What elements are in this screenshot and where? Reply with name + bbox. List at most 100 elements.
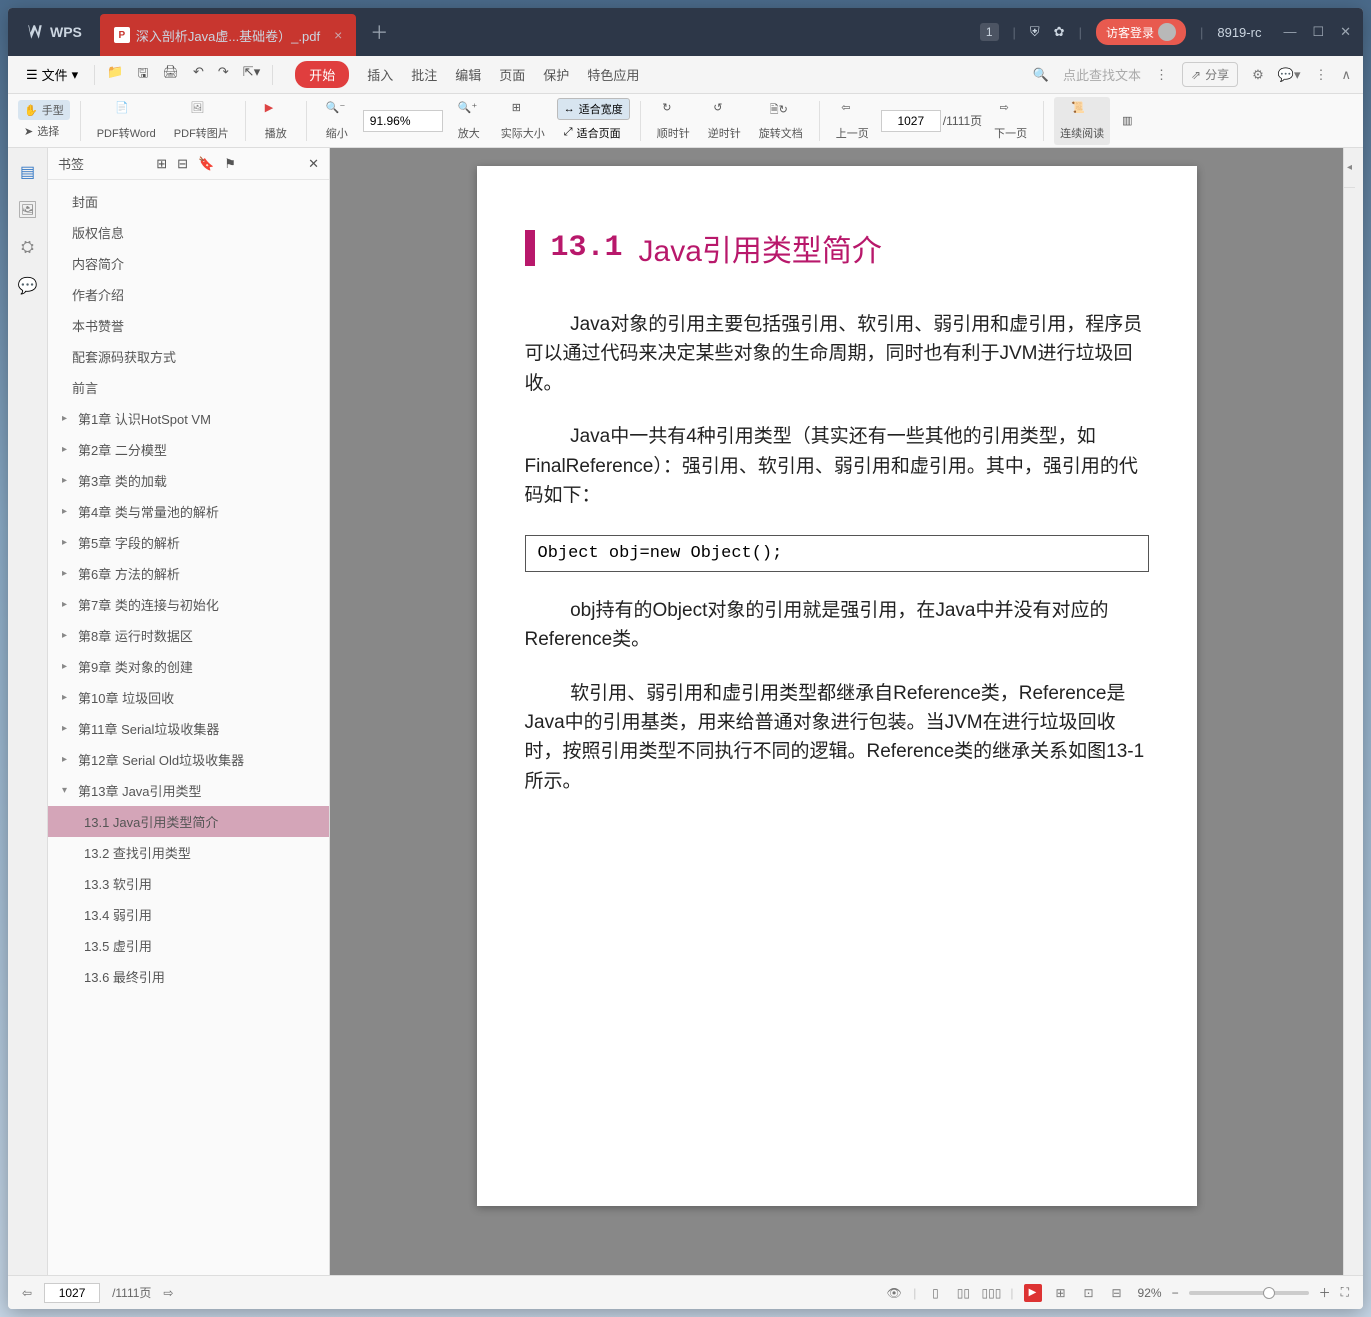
bookmark-item[interactable]: 配套源码获取方式 (48, 341, 329, 372)
view-continuous-icon[interactable]: ▯▯ (954, 1284, 972, 1302)
sb-next-icon[interactable]: ⇨ (163, 1286, 173, 1300)
page-number-input[interactable] (881, 110, 941, 132)
bookmark-item[interactable]: 前言 (48, 372, 329, 403)
collapse-all-icon[interactable]: ⊟ (177, 156, 188, 172)
select-tool-button[interactable]: ➤选择 (18, 121, 70, 141)
eye-icon[interactable]: 👁 (885, 1284, 903, 1302)
zoom-thumb[interactable] (1263, 1287, 1275, 1299)
bookmark-item[interactable]: ▸第12章 Serial Old垃圾收集器 (48, 744, 329, 775)
minimize-button[interactable]: — (1283, 24, 1296, 40)
zoom-in-button[interactable]: 🔍⁺放大 (449, 97, 489, 145)
document-viewport[interactable]: 13.1 Java引用类型简介 Java对象的引用主要包括强引用、软引用、弱引用… (330, 148, 1343, 1275)
overflow-button[interactable]: ▥ (1116, 97, 1138, 145)
bookmark-item[interactable]: 封面 (48, 186, 329, 217)
zoom-out-button[interactable]: 🔍⁻缩小 (317, 97, 357, 145)
zoom-slider[interactable] (1189, 1291, 1309, 1295)
thumbnails-icon[interactable]: 🖼 (16, 198, 40, 222)
bookmark-item[interactable]: 13.6 最终引用 (48, 961, 329, 992)
tab-protect[interactable]: 保护 (543, 61, 569, 88)
next-page-button[interactable]: ⇨下一页 (988, 97, 1033, 145)
tab-insert[interactable]: 插入 (367, 61, 393, 88)
outline-icon[interactable]: ▤ (16, 160, 40, 184)
bookmark-item[interactable]: ▾第13章 Java引用类型 (48, 775, 329, 806)
layout2-icon[interactable]: ⊡ (1080, 1284, 1098, 1302)
bookmark-item[interactable]: ▸第5章 字段的解析 (48, 527, 329, 558)
tab-edit[interactable]: 编辑 (455, 61, 481, 88)
right-rail-toggle[interactable]: ◂ (1344, 148, 1355, 188)
share-button[interactable]: ⇗ 分享 (1182, 62, 1238, 87)
add-tab-button[interactable]: ＋ (356, 8, 402, 56)
more-icon[interactable]: ⋮ (1155, 67, 1168, 83)
tab-page[interactable]: 页面 (499, 61, 525, 88)
close-panel-icon[interactable]: ✕ (308, 156, 319, 172)
tab-start[interactable]: 开始 (295, 61, 349, 88)
bookmark-item[interactable]: ▸第3章 类的加载 (48, 465, 329, 496)
rotate-ccw-button[interactable]: ↺逆时针 (702, 97, 747, 145)
bookmark-flag-icon[interactable]: ⚑ (224, 156, 236, 172)
comment-icon[interactable]: 💬▾ (1278, 67, 1301, 83)
bookmark-item[interactable]: 版权信息 (48, 217, 329, 248)
pdf-to-image-button[interactable]: 🖼PDF转图片 (168, 97, 235, 145)
file-menu-button[interactable]: ☰ 文件 ▾ (20, 61, 84, 88)
bookmark-item[interactable]: ▸第10章 垃圾回收 (48, 682, 329, 713)
shield-icon[interactable]: ⛨ (1030, 24, 1040, 40)
bookmark-item[interactable]: ▸第7章 类的连接与初始化 (48, 589, 329, 620)
close-window-button[interactable]: ✕ (1340, 24, 1351, 40)
bookmark-item[interactable]: ▸第2章 二分模型 (48, 434, 329, 465)
print-icon[interactable]: 🖨 (160, 62, 181, 88)
document-tab[interactable]: P 深入剖析Java虚...基础卷）_.pdf × (100, 14, 356, 56)
layout3-icon[interactable]: ⊟ (1108, 1284, 1126, 1302)
undo-icon[interactable]: ↶ (191, 62, 206, 88)
bookmark-item[interactable]: 13.3 软引用 (48, 868, 329, 899)
layout1-icon[interactable]: ⊞ (1052, 1284, 1070, 1302)
fit-page-button[interactable]: ⤢适合页面 (557, 122, 630, 144)
rotate-cw-button[interactable]: ↻顺时针 (651, 97, 696, 145)
pdf-to-word-button[interactable]: 📄PDF转Word (91, 97, 162, 145)
search-icon[interactable]: 🔍 (1033, 67, 1049, 83)
bookmark-item[interactable]: ▸第11章 Serial垃圾收集器 (48, 713, 329, 744)
more2-icon[interactable]: ⋮ (1314, 67, 1327, 83)
bookmark-item[interactable]: 13.2 查找引用类型 (48, 837, 329, 868)
bookmark-item[interactable]: ▸第6章 方法的解析 (48, 558, 329, 589)
prev-page-button[interactable]: ⇦上一页 (830, 97, 875, 145)
bookmark-item[interactable]: ▸第1章 认识HotSpot VM (48, 403, 329, 434)
bookmark-item[interactable]: 13.5 虚引用 (48, 930, 329, 961)
paw-icon[interactable]: ✿ (1054, 24, 1065, 40)
bookmark-item[interactable]: ▸第9章 类对象的创建 (48, 651, 329, 682)
maximize-button[interactable]: ☐ (1312, 24, 1324, 40)
play-button[interactable]: ▶播放 (256, 97, 296, 145)
login-button[interactable]: 访客登录 (1096, 19, 1186, 45)
open-icon[interactable]: 📁 (105, 62, 125, 88)
view-single-icon[interactable]: ▯ (926, 1284, 944, 1302)
tab-special[interactable]: 特色应用 (587, 61, 639, 88)
sb-play-icon[interactable]: ▶ (1024, 1284, 1042, 1302)
hand-tool-button[interactable]: ✋手型 (18, 100, 70, 120)
tab-annotate[interactable]: 批注 (411, 61, 437, 88)
sb-prev-icon[interactable]: ⇦ (22, 1286, 32, 1300)
actual-size-button[interactable]: ⊞实际大小 (495, 97, 551, 145)
annotations-icon[interactable]: 💬 (16, 274, 40, 298)
close-tab-icon[interactable]: × (334, 27, 342, 43)
attachments-icon[interactable]: ⛭ (16, 236, 40, 260)
bookmark-item[interactable]: 13.1 Java引用类型简介 (48, 806, 329, 837)
bookmark-item[interactable]: ▸第8章 运行时数据区 (48, 620, 329, 651)
bookmark-item[interactable]: 内容简介 (48, 248, 329, 279)
search-placeholder[interactable]: 点此查找文本 (1063, 65, 1141, 84)
redo-icon[interactable]: ↷ (216, 62, 231, 88)
collapse-ribbon-icon[interactable]: ∧ (1341, 67, 1351, 83)
bookmark-item[interactable]: ▸第4章 类与常量池的解析 (48, 496, 329, 527)
sb-zoom-out-icon[interactable]: − (1172, 1286, 1179, 1300)
bookmark-item[interactable]: 13.4 弱引用 (48, 899, 329, 930)
continuous-read-button[interactable]: 📜连续阅读 (1054, 97, 1110, 145)
view-facing-icon[interactable]: ▯▯▯ (982, 1284, 1000, 1302)
sb-zoom-in-icon[interactable]: ＋ (1319, 1284, 1331, 1301)
gear-icon[interactable]: ⚙ (1252, 67, 1264, 83)
zoom-input[interactable] (363, 110, 443, 132)
sb-page-input[interactable] (44, 1283, 100, 1303)
bookmark-item[interactable]: 本书赞誉 (48, 310, 329, 341)
fullscreen-icon[interactable]: ⛶ (1341, 1285, 1349, 1300)
bookmark-item[interactable]: 作者介绍 (48, 279, 329, 310)
bookmark-add-icon[interactable]: 🔖 (198, 156, 214, 172)
export-icon[interactable]: ⇱▾ (241, 62, 262, 88)
fit-width-button[interactable]: ↔适合宽度 (557, 98, 630, 120)
